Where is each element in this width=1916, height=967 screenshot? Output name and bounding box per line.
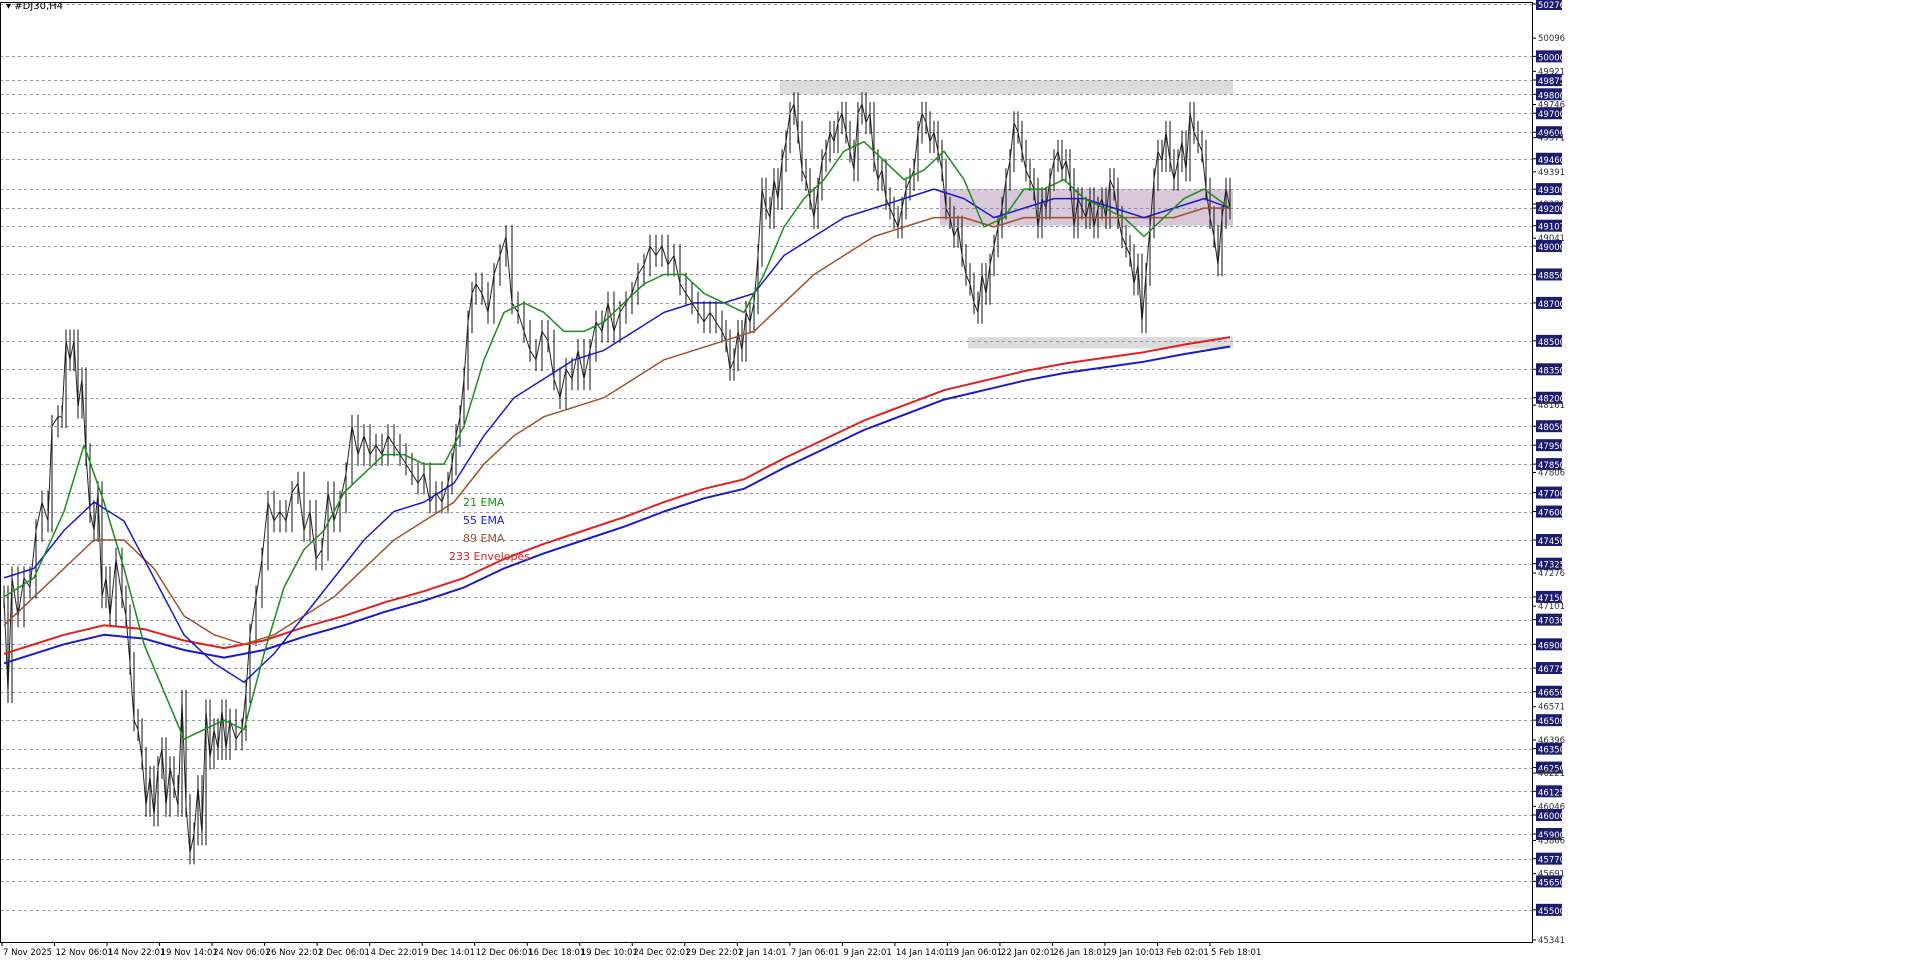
price-label: 47600 xyxy=(1538,509,1565,519)
time-label: 24 Nov 06:01 xyxy=(213,948,270,958)
price-label: 45866 xyxy=(1538,836,1565,846)
time-label: 3 Feb 02:01 xyxy=(1158,948,1208,958)
time-label: 26 Jan 18:01 xyxy=(1053,948,1107,958)
time-label: 19 Dec 10:01 xyxy=(581,948,638,958)
price-label: 49300 xyxy=(1538,186,1565,196)
price-label: 47806 xyxy=(1538,468,1565,478)
zone-0 xyxy=(780,80,1233,95)
price-label: 50096 xyxy=(1538,34,1565,44)
price-label: 48700 xyxy=(1538,300,1565,310)
dropdown-triangle-icon[interactable]: ▾ xyxy=(6,1,11,12)
price-label: 48350 xyxy=(1538,366,1565,376)
chart-window: 50276 50096 50000 49921 49875 49800 49746 49700… xyxy=(0,0,1916,963)
price-label: 49391 xyxy=(1538,168,1565,178)
time-label: 7 Jan 06:01 xyxy=(791,948,839,958)
legend-env233: 233 Envelopes xyxy=(449,550,530,563)
price-label: 49571 xyxy=(1538,134,1565,144)
price-label: 46571 xyxy=(1538,703,1565,713)
time-label: 9 Jan 22:01 xyxy=(843,948,891,958)
price-label: 45500 xyxy=(1538,907,1565,917)
price-label: 46500 xyxy=(1538,717,1565,727)
symbol-label: #DJ30,H4 xyxy=(14,1,64,12)
time-label: 26 Nov 22:01 xyxy=(266,948,323,958)
price-label: 46125 xyxy=(1538,788,1565,798)
price-label: 45341 xyxy=(1538,936,1565,946)
symbol-title: ▾ #DJ30,H4 xyxy=(6,1,63,12)
chart-svg: 5027650096500004992149875498004974649700… xyxy=(0,0,1916,963)
price-label: 49107 xyxy=(1538,223,1565,233)
time-label: 5 Feb 18:01 xyxy=(1211,948,1261,958)
time-label: 4 Dec 22:01 xyxy=(371,948,423,958)
time-label: 9 Dec 14:01 xyxy=(423,948,475,958)
legend-ema89: 89 EMA xyxy=(463,532,505,545)
price-label: 49000 xyxy=(1538,243,1565,253)
time-label: 16 Dec 18:01 xyxy=(528,948,585,958)
price-label: 49200 xyxy=(1538,205,1565,215)
legend-ema55: 55 EMA xyxy=(463,514,505,527)
price-label: 46900 xyxy=(1538,641,1565,651)
time-label: 29 Jan 10:01 xyxy=(1106,948,1160,958)
price-label: 47101 xyxy=(1538,602,1565,612)
price-label: 47450 xyxy=(1538,537,1565,547)
price-label: 48850 xyxy=(1538,271,1565,281)
time-label: 14 Nov 22:01 xyxy=(108,948,165,958)
price-label: 47030 xyxy=(1538,617,1565,627)
price-label: 48161 xyxy=(1538,401,1565,411)
time-label: 29 Dec 22:01 xyxy=(686,948,743,958)
price-label: 46221 xyxy=(1538,769,1565,779)
price-label: 49700 xyxy=(1538,110,1565,120)
price-label: 48500 xyxy=(1538,338,1565,348)
price-label: 50000 xyxy=(1538,53,1565,63)
price-label: 46350 xyxy=(1538,746,1565,756)
price-label: 49875 xyxy=(1538,77,1565,87)
legend-ema21: 21 EMA xyxy=(463,496,505,509)
price-label: 47950 xyxy=(1538,442,1565,452)
price-label: 46650 xyxy=(1538,689,1565,699)
price-label: 45650 xyxy=(1538,878,1565,888)
time-label: 12 Dec 06:01 xyxy=(476,948,533,958)
time-label: 19 Nov 14:01 xyxy=(161,948,218,958)
price-label: 49460 xyxy=(1538,156,1565,166)
price-label: 45770 xyxy=(1538,856,1565,866)
price-label: 46000 xyxy=(1538,812,1565,822)
price-label: 46775 xyxy=(1538,665,1565,675)
time-label: 12 Nov 06:01 xyxy=(56,948,113,958)
time-label: 14 Jan 14:01 xyxy=(896,948,950,958)
time-label: 7 Nov 2025 xyxy=(3,948,52,958)
time-label: 2 Jan 14:01 xyxy=(738,948,786,958)
time-label: 24 Dec 02:01 xyxy=(633,948,690,958)
price-label: 48050 xyxy=(1538,423,1565,433)
price-label: 47700 xyxy=(1538,490,1565,500)
price-label: 47276 xyxy=(1538,569,1565,579)
time-label: 22 Jan 02:01 xyxy=(1001,948,1055,958)
price-label: 50276 xyxy=(1538,1,1565,11)
time-label: 2 Dec 06:01 xyxy=(318,948,370,958)
time-label: 19 Jan 06:01 xyxy=(948,948,1002,958)
